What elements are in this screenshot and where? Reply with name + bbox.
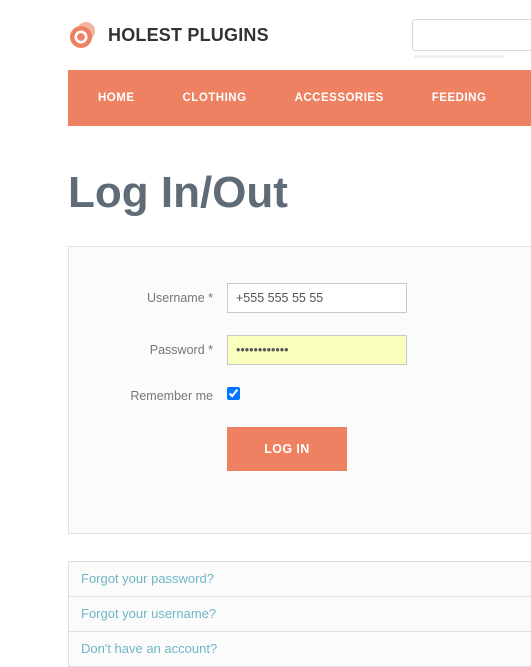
forgot-password-link[interactable]: Forgot your password? (81, 571, 214, 586)
brand: HOLEST PLUGINS (68, 20, 269, 50)
login-panel: Username * Password * Remember me LOG IN (68, 246, 531, 534)
login-button[interactable]: LOG IN (227, 427, 347, 471)
password-label: Password * (93, 343, 227, 357)
main-nav: HOME CLOTHING ACCESSORIES FEEDING STR (68, 70, 531, 126)
page-title: Log In/Out (68, 168, 531, 218)
logo-icon (68, 20, 98, 50)
search-shadow (414, 55, 504, 58)
nav-strollers[interactable]: STR (510, 70, 531, 126)
remember-label: Remember me (93, 389, 227, 403)
forgot-username-link[interactable]: Forgot your username? (81, 606, 216, 621)
nav-home[interactable]: HOME (92, 70, 159, 126)
username-label: Username * (93, 291, 227, 305)
auth-links: Forgot your password? Forgot your userna… (68, 561, 531, 667)
nav-feeding[interactable]: FEEDING (408, 70, 511, 126)
brand-name: HOLEST PLUGINS (108, 25, 269, 46)
nav-accessories[interactable]: ACCESSORIES (271, 70, 408, 126)
password-input[interactable] (227, 335, 407, 365)
register-link[interactable]: Don't have an account? (81, 641, 217, 656)
username-input[interactable] (227, 283, 407, 313)
search-input[interactable] (412, 19, 531, 51)
nav-clothing[interactable]: CLOTHING (159, 70, 271, 126)
remember-checkbox[interactable] (227, 387, 240, 400)
